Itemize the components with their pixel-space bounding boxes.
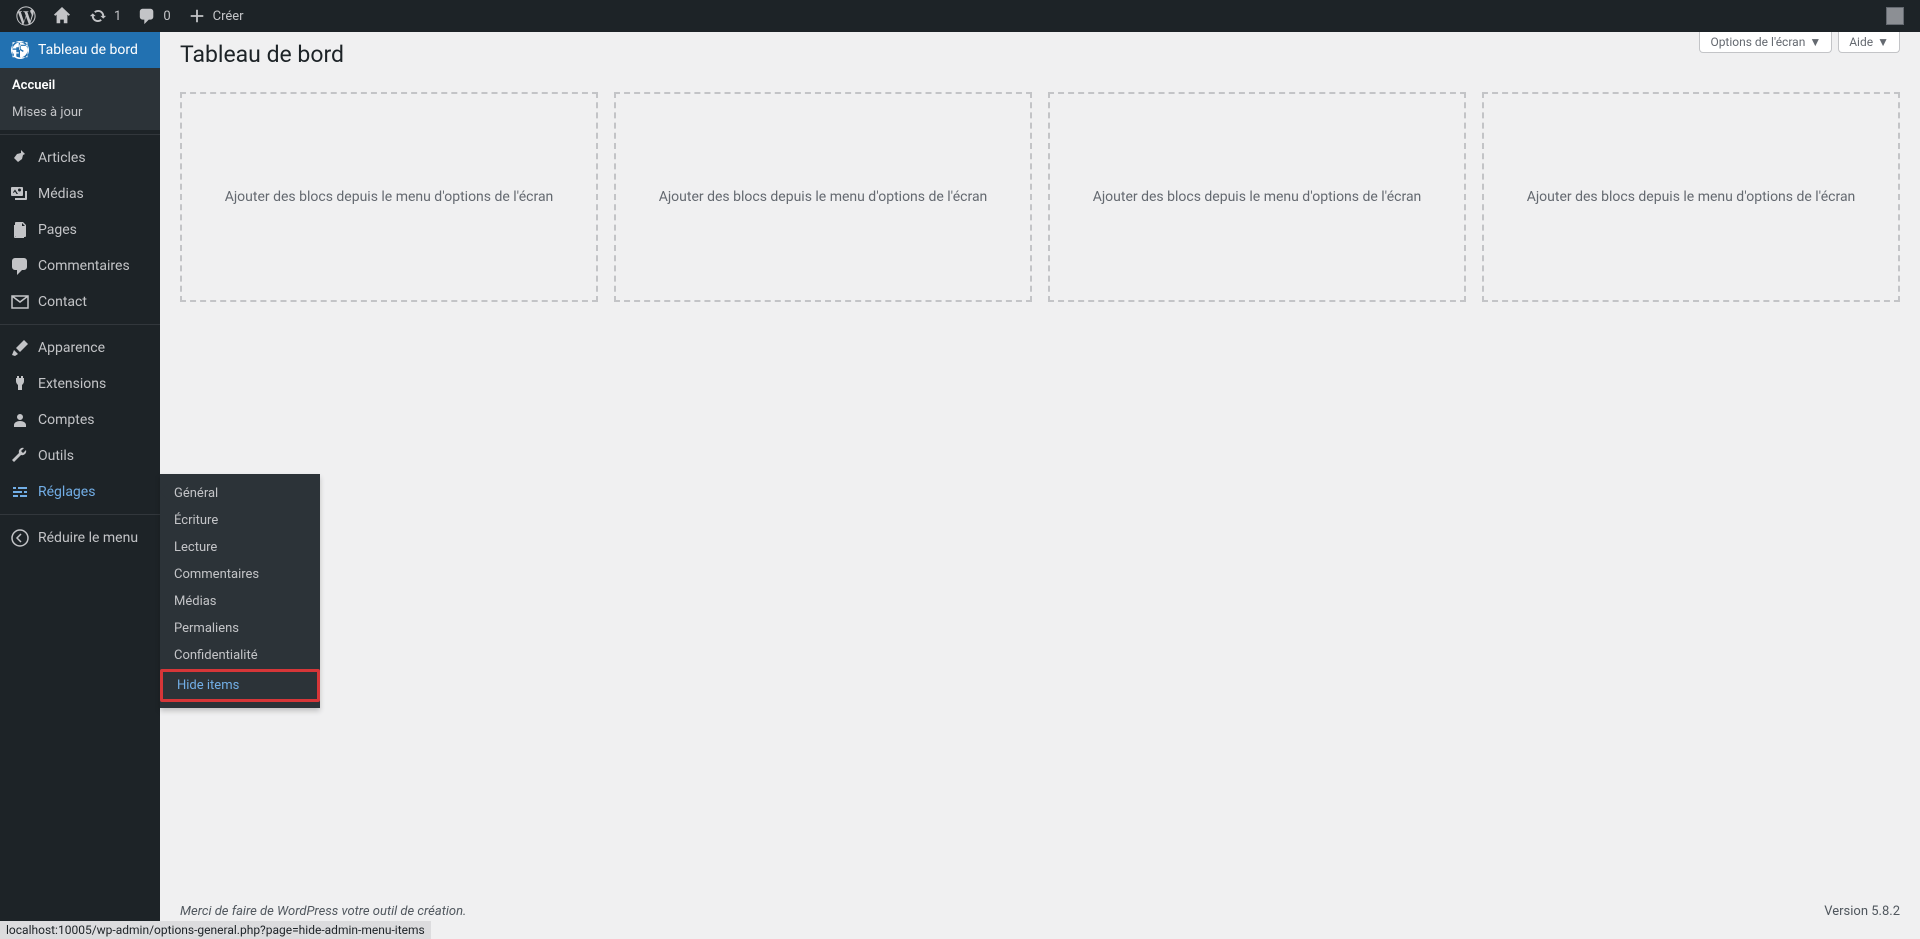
dashboard-submenu: Accueil Mises à jour <box>0 68 160 130</box>
user-icon <box>10 410 30 430</box>
dashboard-widgets-row: Ajouter des blocs depuis le menu d'optio… <box>180 92 1900 302</box>
media-icon <box>10 184 30 204</box>
widget-placeholder[interactable]: Ajouter des blocs depuis le menu d'optio… <box>1482 92 1900 302</box>
browser-status-bar: localhost:10005/wp-admin/options-general… <box>0 921 431 939</box>
sidebar-item-contact[interactable]: Contact <box>0 284 160 320</box>
screen-meta-links: Options de l'écran ▼ Aide ▼ <box>1699 32 1900 53</box>
help-label: Aide <box>1849 35 1873 49</box>
create-label: Créer <box>213 9 244 24</box>
wordpress-icon <box>16 6 36 26</box>
submenu-item-home[interactable]: Accueil <box>0 72 160 99</box>
sidebar-item-label: Médias <box>38 186 84 202</box>
sidebar-item-pages[interactable]: Pages <box>0 212 160 248</box>
screen-options-label: Options de l'écran <box>1710 35 1805 49</box>
create-new-link[interactable]: Créer <box>179 0 252 32</box>
sidebar-item-users[interactable]: Comptes <box>0 402 160 438</box>
sidebar-item-collapse[interactable]: Réduire le menu <box>0 520 160 556</box>
brush-icon <box>10 338 30 358</box>
updates-count: 1 <box>114 9 121 24</box>
sidebar-item-label: Extensions <box>38 376 106 392</box>
menu-separator <box>0 510 160 515</box>
sidebar-item-label: Contact <box>38 294 87 310</box>
widget-placeholder[interactable]: Ajouter des blocs depuis le menu d'optio… <box>614 92 1032 302</box>
menu-separator <box>0 320 160 325</box>
caret-down-icon: ▼ <box>1877 35 1889 49</box>
submenu-item-updates[interactable]: Mises à jour <box>0 99 160 126</box>
update-icon <box>88 6 108 26</box>
updates-link[interactable]: 1 <box>80 0 129 32</box>
plus-icon <box>187 6 207 26</box>
sidebar-item-posts[interactable]: Articles <box>0 140 160 176</box>
sliders-icon <box>10 482 30 502</box>
page-icon <box>10 220 30 240</box>
screen-options-button[interactable]: Options de l'écran ▼ <box>1699 32 1832 53</box>
menu-separator <box>0 130 160 135</box>
sidebar-item-plugins[interactable]: Extensions <box>0 366 160 402</box>
sidebar-item-label: Tableau de bord <box>38 42 138 58</box>
sidebar-item-appearance[interactable]: Apparence <box>0 330 160 366</box>
avatar-icon <box>1886 7 1904 25</box>
site-home-link[interactable] <box>44 0 80 32</box>
sidebar-item-media[interactable]: Médias <box>0 176 160 212</box>
pin-icon <box>10 148 30 168</box>
sidebar-item-settings[interactable]: Réglages Général Écriture Lecture Commen… <box>0 474 160 510</box>
admin-toolbar-left: 1 0 Créer <box>8 0 252 32</box>
footer-thankyou: Merci de faire de WordPress votre outil … <box>180 904 466 919</box>
wrench-icon <box>10 446 30 466</box>
sidebar-item-dashboard[interactable]: Tableau de bord <box>0 32 160 68</box>
sidebar-item-label: Articles <box>38 150 86 166</box>
sidebar-item-tools[interactable]: Outils <box>0 438 160 474</box>
dashboard-icon <box>10 40 30 60</box>
admin-toolbar-right <box>1878 0 1912 32</box>
comments-link[interactable]: 0 <box>129 0 178 32</box>
sidebar-item-label: Apparence <box>38 340 105 356</box>
widget-placeholder[interactable]: Ajouter des blocs depuis le menu d'optio… <box>180 92 598 302</box>
footer-version: Version 5.8.2 <box>1824 904 1900 919</box>
admin-footer: Merci de faire de WordPress votre outil … <box>180 904 1900 919</box>
wordpress-logo-menu[interactable] <box>8 0 44 32</box>
collapse-icon <box>10 528 30 548</box>
sidebar-item-label: Comptes <box>38 412 94 428</box>
plugin-icon <box>10 374 30 394</box>
main-content: Options de l'écran ▼ Aide ▼ Tableau de b… <box>160 32 1920 939</box>
admin-toolbar: 1 0 Créer <box>0 0 1920 32</box>
sidebar-item-label: Réduire le menu <box>38 530 138 546</box>
help-button[interactable]: Aide ▼ <box>1838 32 1900 53</box>
sidebar-item-label: Réglages <box>38 484 95 500</box>
home-icon <box>52 6 72 26</box>
sidebar-item-label: Pages <box>38 222 77 238</box>
sidebar-item-comments[interactable]: Commentaires <box>0 248 160 284</box>
comment-icon <box>137 6 157 26</box>
user-account-menu[interactable] <box>1878 0 1912 32</box>
comments-icon <box>10 256 30 276</box>
sidebar-item-label: Outils <box>38 448 74 464</box>
mail-icon <box>10 292 30 312</box>
caret-down-icon: ▼ <box>1809 35 1821 49</box>
page-title: Tableau de bord <box>180 32 1900 72</box>
sidebar-item-label: Commentaires <box>38 258 130 274</box>
comments-count: 0 <box>163 9 170 24</box>
widget-placeholder[interactable]: Ajouter des blocs depuis le menu d'optio… <box>1048 92 1466 302</box>
admin-sidebar: Tableau de bord Accueil Mises à jour Art… <box>0 32 160 939</box>
